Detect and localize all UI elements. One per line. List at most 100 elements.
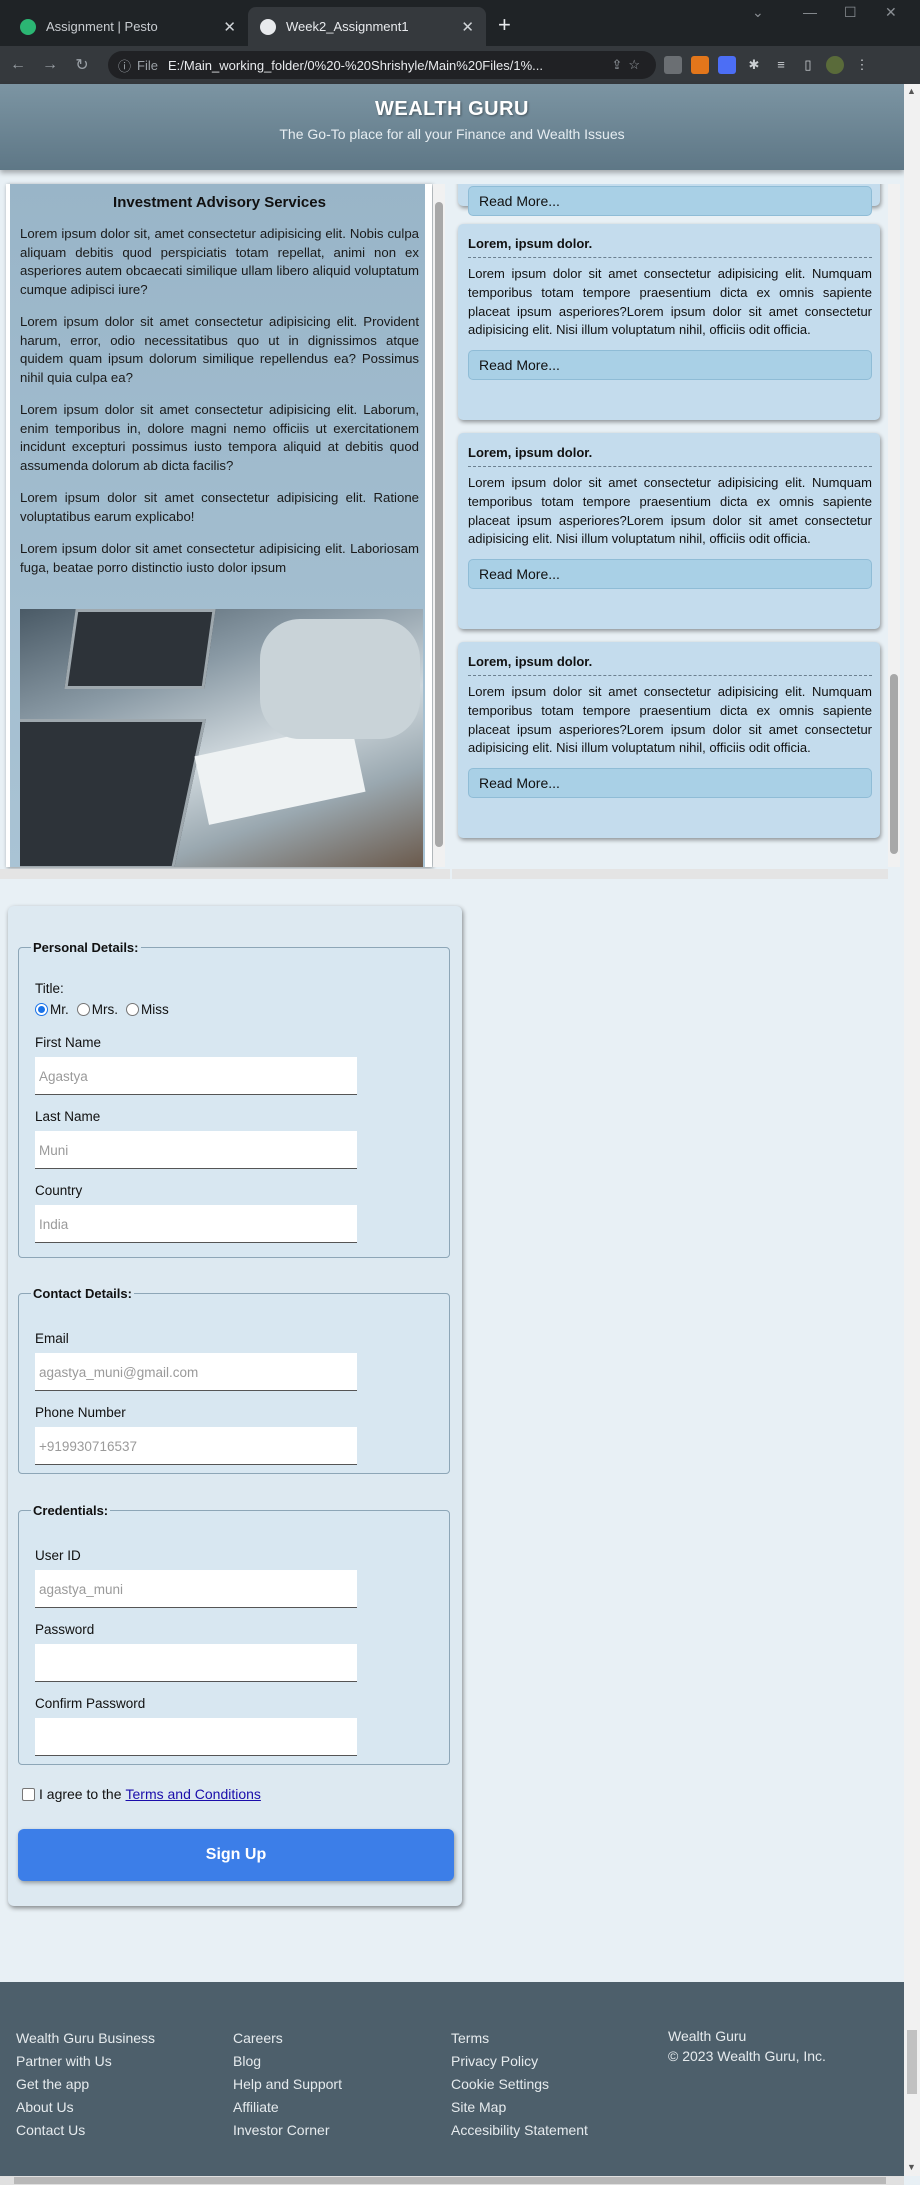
article-card: Lorem, ipsum dolor. Lorem ipsum dolor si… — [458, 642, 880, 838]
footer-link[interactable]: Wealth Guru Business — [16, 2030, 155, 2053]
minimize-button[interactable]: — — [803, 4, 817, 20]
terms-agreement: I agree to the Terms and Conditions — [22, 1786, 261, 1802]
contact-details-fieldset: Contact Details: Email agastya_muni@gmai… — [18, 1286, 450, 1474]
radio-miss[interactable] — [126, 1003, 139, 1016]
tab-search-icon[interactable]: ⌄ — [752, 4, 764, 21]
footer-link[interactable]: Cookie Settings — [451, 2076, 588, 2099]
footer-link[interactable]: Help and Support — [233, 2076, 342, 2099]
password-label: Password — [35, 1622, 95, 1637]
footer-brand: Wealth Guru — [668, 2028, 747, 2044]
scroll-down-arrow-icon[interactable]: ▼ — [907, 2162, 916, 2172]
side-panel-icon[interactable]: ▯ — [799, 56, 817, 74]
footer-link[interactable]: Investor Corner — [233, 2122, 342, 2145]
last-name-input[interactable]: Muni — [35, 1131, 357, 1169]
country-input[interactable]: India — [35, 1205, 357, 1243]
advisory-paragraph: Lorem ipsum dolor sit amet consectetur a… — [20, 541, 419, 575]
article-body: Lorem ipsum dolor sit amet consectetur a… — [468, 684, 872, 756]
globe-icon — [260, 18, 276, 35]
reload-icon[interactable]: ↻ — [68, 55, 96, 75]
read-more-button[interactable]: Read More... — [468, 186, 872, 216]
forward-icon[interactable]: → — [36, 56, 64, 74]
title-label: Title: — [35, 981, 64, 996]
footer-link[interactable]: Accesibility Statement — [451, 2122, 588, 2145]
tab-title: Week2_Assignment1 — [286, 19, 409, 34]
browser-toolbar: ← → ↻ ⓘ File E:/Main_working_folder/0%20… — [0, 46, 920, 84]
advisory-horizontal-scrollbar[interactable] — [0, 869, 450, 879]
credentials-legend: Credentials: — [33, 1503, 109, 1518]
info-icon[interactable]: ⓘ — [118, 56, 131, 75]
menu-icon[interactable]: ⋮ — [853, 56, 871, 74]
back-icon[interactable]: ← — [4, 56, 32, 74]
metamask-icon[interactable] — [691, 56, 709, 74]
read-more-button[interactable]: Read More... — [468, 768, 872, 799]
page-hscroll-thumb[interactable] — [14, 2177, 886, 2184]
footer-link[interactable]: Privacy Policy — [451, 2053, 588, 2076]
articles-horizontal-scrollbar[interactable] — [452, 869, 888, 879]
terms-link[interactable]: Terms and Conditions — [126, 1786, 261, 1802]
site-brand: WEALTH GURU — [375, 98, 529, 120]
radio-mr-label: Mr. — [50, 1002, 69, 1017]
confirm-password-label: Confirm Password — [35, 1696, 146, 1711]
footer-column-resources: Careers Blog Help and Support Affiliate … — [233, 2030, 342, 2145]
footer-link[interactable]: About Us — [16, 2099, 155, 2122]
page-horizontal-scrollbar[interactable] — [0, 2176, 904, 2185]
radio-mrs[interactable] — [76, 1003, 90, 1016]
scheme-label: File — [137, 57, 158, 73]
country-label: Country — [35, 1183, 83, 1198]
signup-button[interactable]: Sign Up — [18, 1829, 454, 1881]
radio-mr[interactable] — [35, 1003, 48, 1016]
advisory-panel[interactable]: Investment Advisory Services Lorem ipsum… — [6, 184, 432, 867]
extension-icon[interactable] — [664, 56, 682, 74]
read-more-button[interactable]: Read More... — [468, 350, 872, 381]
footer-link[interactable]: Careers — [233, 2030, 342, 2053]
extension-icon[interactable] — [718, 56, 736, 74]
puzzle-extensions-icon[interactable]: ✱ — [745, 56, 763, 74]
site-footer: Wealth Guru Business Partner with Us Get… — [0, 1982, 904, 2176]
footer-link[interactable]: Blog — [233, 2053, 342, 2076]
pesto-favicon-icon — [20, 18, 36, 35]
new-tab-button[interactable]: + — [498, 12, 511, 38]
footer-link[interactable]: Partner with Us — [16, 2053, 155, 2076]
share-icon[interactable]: ⇪ — [611, 57, 622, 73]
advisory-paragraph: Lorem ipsum dolor sit amet consectetur a… — [20, 490, 419, 524]
article-card: Lorem, ipsum dolor. Lorem ipsum dolor si… — [458, 224, 880, 420]
read-more-button[interactable]: Read More... — [468, 559, 872, 590]
close-window-button[interactable]: ✕ — [885, 4, 897, 21]
browser-tab[interactable]: Assignment | Pesto ✕ — [8, 7, 248, 46]
site-tagline: The Go-To place for all your Finance and… — [279, 126, 625, 142]
articles-scrollbar[interactable] — [888, 184, 900, 867]
profile-avatar[interactable] — [826, 56, 844, 74]
url-text[interactable]: E:/Main_working_folder/0%20-%20Shrishyle… — [168, 58, 611, 73]
contact-details-legend: Contact Details: — [33, 1286, 132, 1301]
close-tab-icon[interactable]: ✕ — [461, 18, 474, 36]
footer-link[interactable]: Contact Us — [16, 2122, 155, 2145]
terms-checkbox[interactable] — [22, 1787, 35, 1801]
footer-column-company: Wealth Guru Business Partner with Us Get… — [16, 2030, 155, 2145]
scroll-up-arrow-icon[interactable]: ▲ — [907, 86, 916, 96]
phone-label: Phone Number — [35, 1405, 126, 1420]
footer-link[interactable]: Site Map — [451, 2099, 588, 2122]
media-control-icon[interactable]: ≡ — [772, 56, 790, 74]
browser-tab-active[interactable]: Week2_Assignment1 ✕ — [248, 7, 486, 46]
advisory-scrollbar-track[interactable] — [433, 184, 445, 867]
page-scroll-thumb[interactable] — [907, 2030, 917, 2094]
userid-input[interactable]: agastya_muni — [35, 1570, 357, 1608]
confirm-password-input[interactable] — [35, 1718, 357, 1756]
footer-link[interactable]: Get the app — [16, 2076, 155, 2099]
bookmark-star-icon[interactable]: ☆ — [628, 57, 640, 73]
first-name-input[interactable]: Agastya — [35, 1057, 357, 1095]
maximize-button[interactable]: ☐ — [844, 4, 857, 21]
article-card: Lorem, ipsum dolor. Lorem ipsum dolor si… — [458, 433, 880, 629]
footer-link[interactable]: Terms — [451, 2030, 588, 2053]
articles-panel[interactable]: Read More... Lorem, ipsum dolor. Lorem i… — [454, 184, 888, 867]
page-vertical-scrollbar[interactable]: ▲ ▼ — [904, 84, 920, 2176]
footer-column-legal: Terms Privacy Policy Cookie Settings Sit… — [451, 2030, 588, 2145]
advisory-title: Investment Advisory Services — [113, 194, 326, 211]
laptop-meeting-image — [20, 609, 423, 867]
address-bar[interactable]: ⓘ File E:/Main_working_folder/0%20-%20Sh… — [108, 51, 656, 79]
email-input[interactable]: agastya_muni@gmail.com — [35, 1353, 357, 1391]
close-tab-icon[interactable]: ✕ — [223, 18, 236, 36]
phone-input[interactable]: +919930716537 — [35, 1427, 357, 1465]
password-input[interactable] — [35, 1644, 357, 1682]
footer-link[interactable]: Affiliate — [233, 2099, 342, 2122]
